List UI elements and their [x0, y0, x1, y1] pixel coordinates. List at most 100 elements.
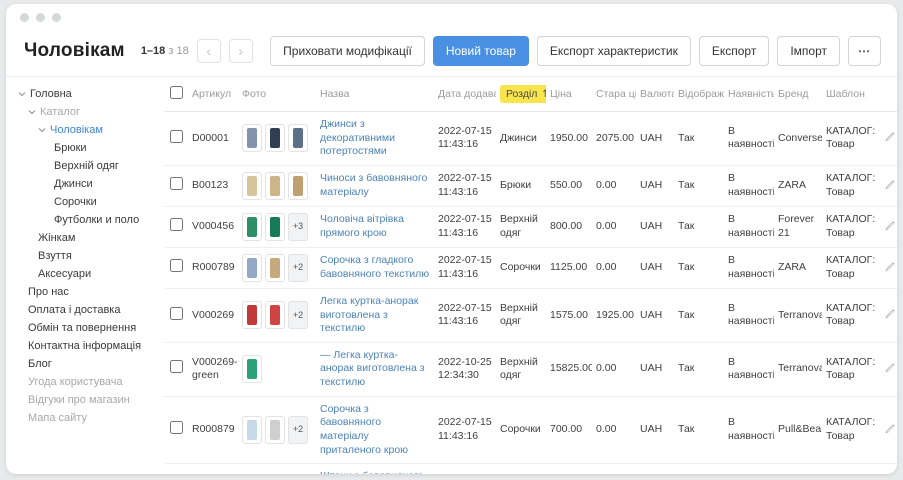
hide-modifications-button[interactable]: Приховати модифікації	[270, 36, 425, 66]
product-name-link[interactable]: — Легка куртка-анорак виготовлена з текс…	[320, 349, 425, 388]
window-titlebar	[6, 4, 897, 30]
product-photo-thumbnail[interactable]	[288, 124, 308, 152]
edit-button[interactable]	[882, 360, 897, 376]
product-name-link[interactable]: Легка куртка-анорак виготовлена з тексти…	[320, 295, 418, 334]
sidebar-item-home[interactable]: Головна	[18, 85, 152, 103]
product-name-link[interactable]: Сорочка з гладкого бавовняного текстилю	[320, 254, 429, 280]
export-attributes-button[interactable]: Експорт характеристик	[537, 36, 691, 66]
sidebar-item-tshirts-polo[interactable]: Футболки и поло	[18, 211, 152, 229]
product-photo-thumbnail[interactable]	[265, 213, 285, 241]
more-actions-button[interactable]: ⋯	[848, 36, 881, 66]
display-cell: Так	[674, 464, 724, 474]
row-checkbox[interactable]	[170, 259, 183, 272]
edit-button[interactable]	[882, 306, 897, 322]
window-minimize-dot[interactable]	[36, 13, 45, 22]
column-header-display[interactable]: Відображати	[674, 77, 724, 112]
edit-button[interactable]	[882, 421, 897, 437]
product-photo-thumbnail[interactable]	[242, 416, 262, 444]
table-row: V000269-green— Легка куртка-анорак вигот…	[164, 342, 897, 396]
window-maximize-dot[interactable]	[52, 13, 61, 22]
sidebar-item-shirts[interactable]: Сорочки	[18, 193, 152, 211]
product-photo-thumbnail[interactable]	[242, 254, 262, 282]
column-header-brand[interactable]: Бренд	[774, 77, 822, 112]
name-cell: Легка куртка-анорак виготовлена з тексти…	[316, 288, 434, 342]
export-button[interactable]: Експорт	[699, 36, 769, 66]
more-photos-badge[interactable]: +3	[288, 213, 308, 241]
column-header-price[interactable]: Ціна	[546, 77, 592, 112]
row-checkbox[interactable]	[170, 218, 183, 231]
more-photos-badge[interactable]: +2	[288, 301, 308, 329]
prev-page-button[interactable]: ‹	[197, 39, 221, 63]
column-header-sku[interactable]: Артикул	[188, 77, 238, 112]
row-actions-cell	[878, 165, 897, 206]
sidebar-item-trousers[interactable]: Брюки	[18, 139, 152, 157]
column-header-currency[interactable]: Валюта	[636, 77, 674, 112]
date-value: 2022-07-15	[438, 254, 492, 268]
edit-button[interactable]	[882, 177, 897, 193]
sidebar-item-payment-delivery[interactable]: Оплата і доставка	[18, 301, 152, 319]
product-name-link[interactable]: Чиноси з бавовняного матеріалу	[320, 172, 427, 198]
row-checkbox[interactable]	[170, 130, 183, 143]
sidebar-item-exchange-return[interactable]: Обмін та повернення	[18, 319, 152, 337]
more-photos-badge[interactable]: +2	[288, 416, 308, 444]
sidebar-item-blog[interactable]: Блог	[18, 355, 152, 373]
row-checkbox[interactable]	[170, 421, 183, 434]
product-name-link[interactable]: Штани з бавовняного матеріалу прямого кр…	[320, 470, 424, 474]
next-page-button[interactable]: ›	[229, 39, 253, 63]
sidebar-item-shoes[interactable]: Взуття	[18, 247, 152, 265]
sidebar-item-outerwear[interactable]: Верхній одяг	[18, 157, 152, 175]
column-header-old-price[interactable]: Стара ціна	[592, 77, 636, 112]
column-header-photo[interactable]: Фото	[238, 77, 316, 112]
column-header-date-added[interactable]: Дата додавання	[434, 77, 496, 112]
edit-button[interactable]	[882, 218, 897, 234]
product-name-link[interactable]: Джинси з декоративними потертостями	[320, 118, 395, 157]
column-header-name[interactable]: Назва	[316, 77, 434, 112]
product-name-link[interactable]: Сорочка з бавовняного матеріалу притален…	[320, 403, 408, 456]
sidebar-item-catalog[interactable]: Каталог	[18, 103, 152, 121]
sidebar-item-jeans[interactable]: Джинси	[18, 175, 152, 193]
new-product-button[interactable]: Новий товар	[433, 36, 529, 66]
edit-button[interactable]	[882, 129, 897, 145]
select-all-checkbox[interactable]	[170, 86, 183, 99]
import-button[interactable]: Імпорт	[777, 36, 840, 66]
product-photo-thumbnail[interactable]	[242, 355, 262, 383]
name-cell: Чоловіча вітрівка прямого крою	[316, 206, 434, 247]
product-photo-thumbnail[interactable]	[242, 213, 262, 241]
sidebar-item-sitemap[interactable]: Мапа сайту	[18, 409, 152, 427]
product-photo-thumbnail[interactable]	[265, 301, 285, 329]
product-photo-thumbnail[interactable]	[265, 172, 285, 200]
sidebar-item-men[interactable]: Чоловікам	[18, 121, 152, 139]
more-photos-badge[interactable]: +2	[288, 254, 308, 282]
availability-cell: В наявності	[724, 206, 774, 247]
window-close-dot[interactable]	[20, 13, 29, 22]
column-header-template[interactable]: Шаблон	[822, 77, 878, 112]
edit-button[interactable]	[882, 259, 897, 275]
product-photo-thumbnail[interactable]	[242, 301, 262, 329]
column-header-availability[interactable]: Наявність	[724, 77, 774, 112]
sidebar-item-accessories[interactable]: Аксесуари	[18, 265, 152, 283]
sidebar-item-about-us[interactable]: Про нас	[18, 283, 152, 301]
price-cell: 1950.00	[546, 112, 592, 166]
sidebar-item-women[interactable]: Жінкам	[18, 229, 152, 247]
product-photo-thumbnail[interactable]	[265, 416, 285, 444]
product-photo-thumbnail[interactable]	[265, 254, 285, 282]
date-value: 2022-07-15	[438, 172, 492, 186]
row-checkbox[interactable]	[170, 307, 183, 320]
product-photo-thumbnail[interactable]	[242, 124, 262, 152]
date-added-cell: 2022-10-2512:34:30	[434, 342, 496, 396]
sidebar-item-user-agreement[interactable]: Угода користувача	[18, 373, 152, 391]
product-photo-thumbnail[interactable]	[288, 172, 308, 200]
row-checkbox[interactable]	[170, 177, 183, 190]
old-price-cell: 2075.00	[592, 112, 636, 166]
display-cell: Так	[674, 288, 724, 342]
row-select-cell	[164, 342, 188, 396]
column-header-section[interactable]: Розділ⇅	[496, 77, 546, 112]
row-checkbox[interactable]	[170, 360, 183, 373]
photo-thumbnails: +2	[242, 301, 312, 329]
sku-cell: B000321	[188, 464, 238, 474]
sidebar-item-store-reviews[interactable]: Відгуки про магазин	[18, 391, 152, 409]
product-photo-thumbnail[interactable]	[265, 124, 285, 152]
product-photo-thumbnail[interactable]	[242, 172, 262, 200]
product-name-link[interactable]: Чоловіча вітрівка прямого крою	[320, 213, 404, 239]
sidebar-item-contact-info[interactable]: Контактна інформація	[18, 337, 152, 355]
